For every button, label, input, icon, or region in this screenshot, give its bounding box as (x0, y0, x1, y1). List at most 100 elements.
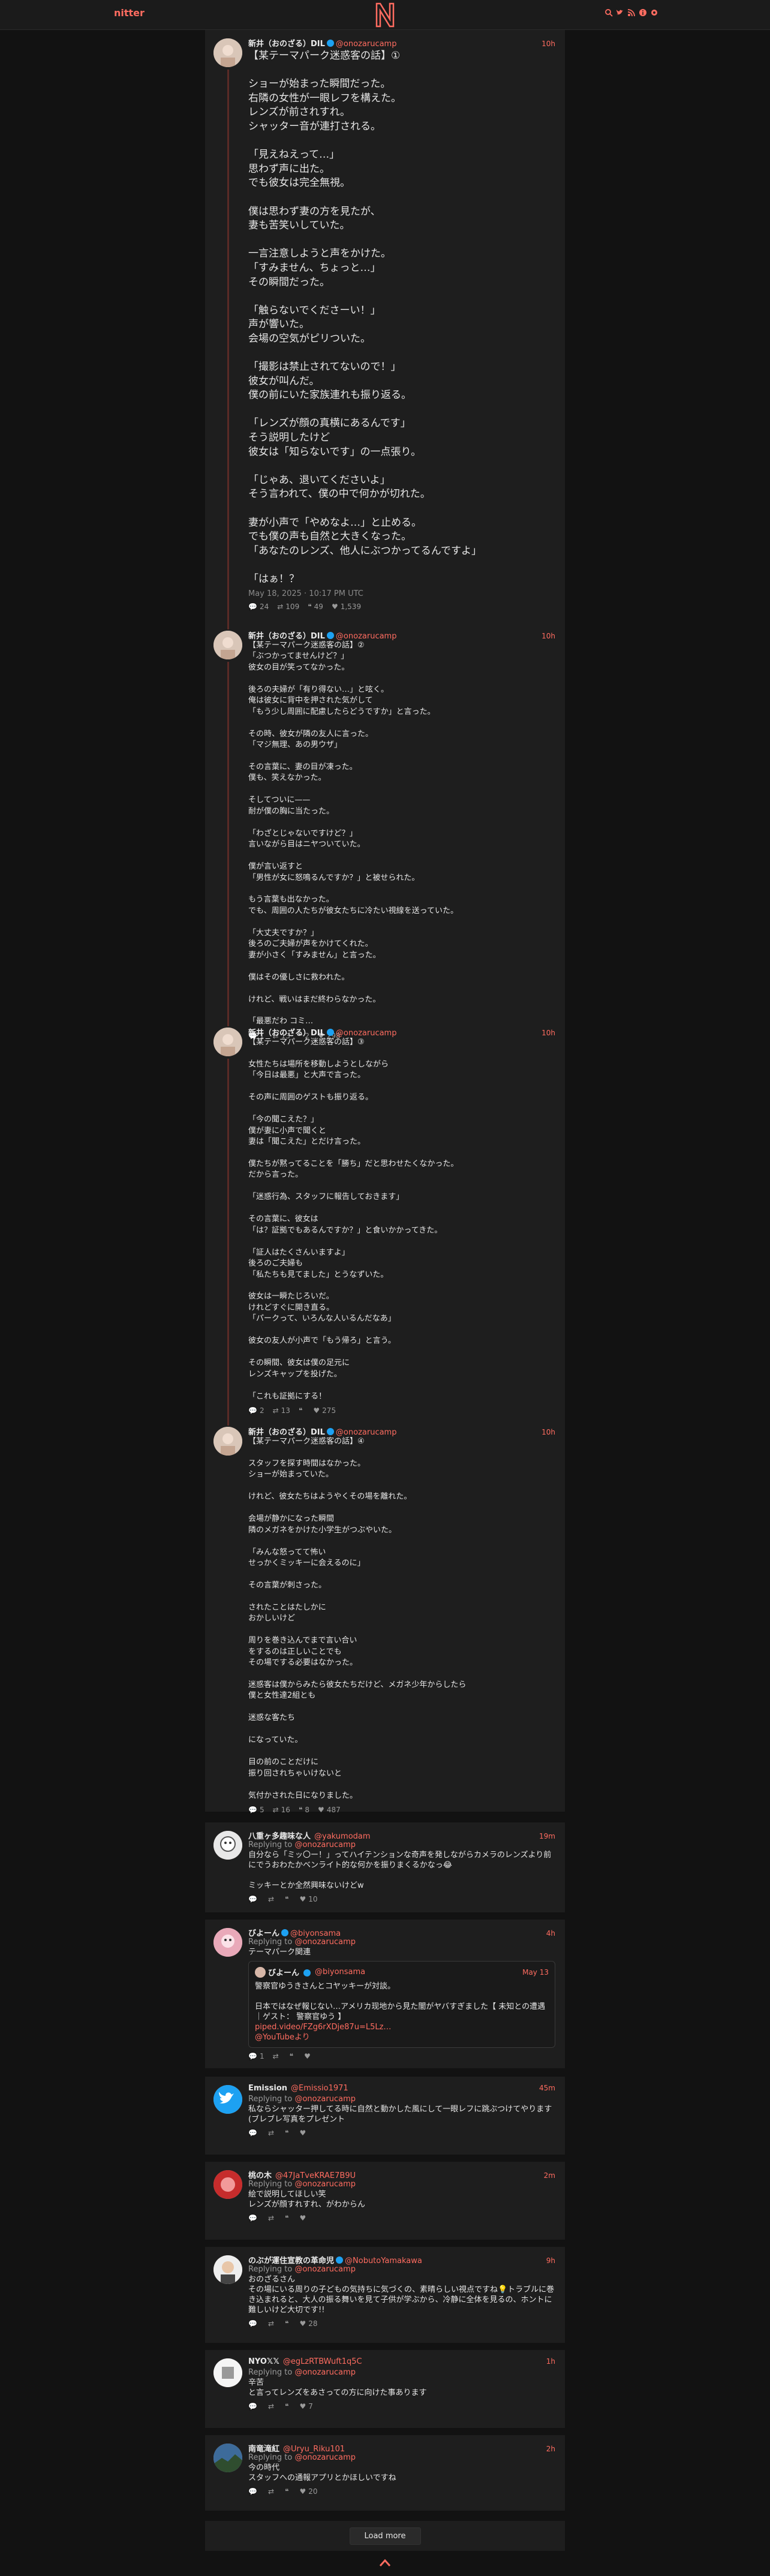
fullname[interactable]: びよーん (248, 1927, 279, 1938)
quote-avatar[interactable] (255, 1966, 266, 1978)
quote-fullname[interactable]: びよーん (268, 1966, 299, 1978)
username[interactable]: @Emissio1971 (291, 2084, 348, 2093)
retweet-count: ⇄ (268, 1895, 276, 1903)
username[interactable]: @yakumodam (314, 1832, 371, 1841)
replying-to-link[interactable]: @onozarucamp (294, 2095, 356, 2104)
heart-icon: ♥ (299, 2487, 306, 2496)
replying-to-link[interactable]: @onozarucamp (294, 2453, 356, 2462)
tweet-date[interactable]: 10h (542, 1029, 555, 1037)
avatar[interactable] (213, 1028, 242, 1056)
username[interactable]: @onozarucamp (336, 1428, 397, 1437)
username[interactable]: @47JaTveKRAE7B9U (275, 2171, 356, 2180)
fullname[interactable]: 新井（おのざる）DIL (248, 37, 325, 49)
replying-to-link[interactable]: @onozarucamp (294, 1938, 356, 1947)
retweet-icon: ⇄ (272, 1406, 279, 1415)
fullname[interactable]: のぶが運住宣教の革命児 (248, 2254, 334, 2265)
fullname[interactable]: 新井（おのざる）DIL (248, 1426, 325, 1437)
username[interactable]: @onozarucamp (336, 1029, 397, 1038)
replying-to-link[interactable]: @onozarucamp (294, 2265, 356, 2274)
reply-tweet[interactable]: のぶが運住宣教の革命児 @NobutoYamakawa 9h Replying … (205, 2247, 565, 2343)
fullname[interactable]: Emission (248, 2084, 287, 2093)
fullname[interactable]: 八重ヶ多趣味な人 (248, 1830, 311, 1841)
heart-icon: ♥ (331, 602, 338, 611)
tweet-date[interactable]: 45m (539, 2084, 555, 2092)
quote-username[interactable]: @biyonsama (315, 1968, 365, 1977)
twitter-bird-icon[interactable] (616, 8, 624, 17)
heart-icon: ♥ (299, 2319, 306, 2328)
tweet-stats: 💬 ⇄ ❝ ♥ (248, 2128, 555, 2138)
avatar[interactable] (213, 2444, 242, 2472)
verified-badge-icon (326, 40, 334, 47)
thread-reply-tweet[interactable]: 新井（おのざる）DIL @onozarucamp 10h 【某テーマパーク迷惑客… (205, 622, 565, 1040)
fullname[interactable]: NYO𝕏𝕏 (248, 2357, 279, 2366)
quoted-tweet[interactable]: びよーん @biyonsama May 13 警察官ゆうきさんとコヤッキーが対談… (248, 1961, 555, 2048)
quote-icon: ❝ (285, 1895, 289, 1903)
tweet-date[interactable]: 1h (546, 2357, 555, 2366)
avatar[interactable] (213, 2085, 242, 2114)
reply-tweet[interactable]: Emission @Emissio1971 45m Replying to @o… (205, 2077, 565, 2155)
settings-gear-icon[interactable] (650, 8, 658, 17)
comment-icon: 💬 (248, 1805, 257, 1814)
avatar[interactable] (213, 38, 242, 67)
comment-icon: 💬 (248, 2319, 257, 2328)
avatar[interactable] (213, 631, 242, 659)
retweet-count: ⇄ (268, 2402, 276, 2411)
fullname[interactable]: 桃の木 (248, 2169, 272, 2180)
info-icon[interactable] (639, 8, 647, 17)
thread-reply-tweet[interactable]: 新井（おのざる）DIL @onozarucamp 10h 【某テーマパーク迷惑客… (205, 1019, 565, 1426)
reply-tweet[interactable]: 桃の木 @47JaTveKRAE7B9U 2m Replying to @ono… (205, 2162, 565, 2240)
search-icon[interactable] (604, 8, 613, 17)
tweet-date[interactable]: 4h (546, 1929, 555, 1938)
avatar[interactable] (213, 1928, 242, 1957)
brand-link[interactable]: nitter (114, 7, 145, 19)
tweet-date[interactable]: 10h (542, 632, 555, 640)
username[interactable]: @egLzRTBWuft1q5C (283, 2357, 362, 2366)
reply-tweet[interactable]: びよーん @biyonsama 4h Replying to @onozaruc… (205, 1920, 565, 2068)
tweet-stats: 💬 ⇄ ❝ ♥ 7 (248, 2402, 555, 2411)
quote-links: piped.video/FZg6rXDje87u=L5Lz… (255, 2022, 549, 2032)
avatar[interactable] (213, 1427, 242, 1456)
fullname[interactable]: 新井（おのざる）DIL (248, 1026, 325, 1038)
avatar[interactable] (213, 1831, 242, 1860)
replying-to-link[interactable]: @onozarucamp (294, 2180, 356, 2189)
nitter-logo-icon[interactable] (374, 2, 396, 28)
avatar[interactable] (213, 2255, 242, 2284)
tweet-date[interactable]: 2m (544, 2171, 555, 2180)
quote-date[interactable]: May 13 (522, 1968, 549, 1977)
youtube-link[interactable]: @YouTubeより (255, 2033, 310, 2042)
username[interactable]: @onozarucamp (336, 632, 397, 641)
reply-count: 💬 1 (248, 2052, 264, 2060)
tweet-date[interactable]: 2h (546, 2445, 555, 2453)
tweet-date[interactable]: 10h (542, 1428, 555, 1436)
thread-reply-tweet[interactable]: 新井（おのざる）DIL @onozarucamp 10h 【某テーマパーク迷惑客… (205, 1418, 565, 1814)
thread-connector-line (227, 1059, 229, 1426)
quote-icon: ❝ (285, 2487, 289, 2496)
username[interactable]: @biyonsama (290, 1929, 341, 1938)
quote-icon: ❝ (298, 1805, 303, 1814)
tweet-date[interactable]: 10h (542, 40, 555, 48)
video-link[interactable]: piped.video/FZg6rXDje87u=L5Lz… (255, 2023, 391, 2032)
tweet-header: 八重ヶ多趣味な人 @yakumodam 19m (248, 1830, 555, 1841)
fullname[interactable]: 南竜滝紅 (248, 2442, 279, 2454)
main-tweet[interactable]: 新井（おのざる）DIL @onozarucamp 10h 【某テーマパーク迷惑客… (205, 30, 565, 629)
username[interactable]: @Uryu_Riku101 (283, 2445, 345, 2454)
avatar[interactable] (213, 2170, 242, 2199)
reply-tweet[interactable]: 南竜滝紅 @Uryu_Riku101 2h Replying to @onoza… (205, 2435, 565, 2511)
replying-to-link[interactable]: @onozarucamp (294, 2368, 356, 2377)
back-to-top-icon[interactable] (379, 2559, 391, 2567)
reply-tweet[interactable]: 八重ヶ多趣味な人 @yakumodam 19m Replying to @ono… (205, 1822, 565, 1912)
tweet-published: May 18, 2025 · 10:17 PM UTC (248, 589, 363, 598)
tweet-date[interactable]: 9h (546, 2256, 555, 2265)
quote-icon: ❝ (298, 1406, 303, 1415)
username[interactable]: @NobutoYamakawa (345, 2256, 422, 2265)
rss-icon[interactable] (627, 8, 636, 17)
fullname[interactable]: 新井（おのざる）DIL (248, 629, 325, 641)
tweet-header: 南竜滝紅 @Uryu_Riku101 2h (248, 2442, 555, 2454)
load-more-button[interactable]: Load more (349, 2527, 421, 2545)
username[interactable]: @onozarucamp (336, 40, 397, 49)
quote-count: ❝ (285, 2214, 291, 2222)
avatar[interactable] (213, 2358, 242, 2387)
tweet-date[interactable]: 19m (539, 1832, 555, 1840)
replying-to-link[interactable]: @onozarucamp (294, 1840, 356, 1849)
reply-tweet[interactable]: NYO𝕏𝕏 @egLzRTBWuft1q5C 1h Replying to @o… (205, 2350, 565, 2428)
